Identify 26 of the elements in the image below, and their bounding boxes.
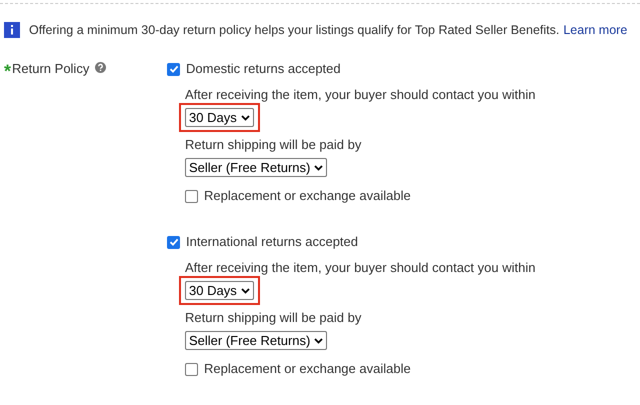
chevron-down-icon <box>240 288 250 294</box>
checkbox-label: International returns accepted <box>186 234 358 250</box>
checkbox-label: Replacement or exchange available <box>204 188 411 204</box>
checkbox[interactable] <box>167 236 180 248</box>
period-select[interactable]: 30 Days <box>185 108 254 127</box>
payer-select[interactable]: Seller (Free Returns) <box>185 331 328 350</box>
checkbox[interactable] <box>185 362 198 376</box>
payer-select[interactable]: Seller (Free Returns) <box>185 158 328 177</box>
notice-text: Offering a minimum 30-day return policy helps your listings qualify for Top Rated Seller Benefits. <box>29 23 560 37</box>
checkbox-label: Domestic returns accepted <box>186 61 341 77</box>
checkbox-label: Replacement or exchange available <box>204 361 411 377</box>
learn-more-link[interactable]: Learn more <box>563 23 628 37</box>
checkbox[interactable] <box>185 190 198 202</box>
period-select[interactable]: 30 Days <box>185 281 254 300</box>
chevron-down-icon <box>240 114 250 120</box>
info-icon <box>4 22 20 38</box>
chevron-down-icon <box>314 164 324 170</box>
checkbox[interactable] <box>167 62 180 76</box>
field-label: Return shipping will be paid by <box>185 310 362 326</box>
required-mark: * <box>4 62 12 80</box>
field-label: Return Policy <box>12 61 90 77</box>
field-label: Return shipping will be paid by <box>185 137 362 153</box>
field-label: After receiving the item, your buyer should contact you within <box>185 260 536 276</box>
chevron-down-icon <box>314 338 324 344</box>
help-icon[interactable] <box>95 62 106 73</box>
field-label: After receiving the item, your buyer should contact you within <box>185 87 536 103</box>
